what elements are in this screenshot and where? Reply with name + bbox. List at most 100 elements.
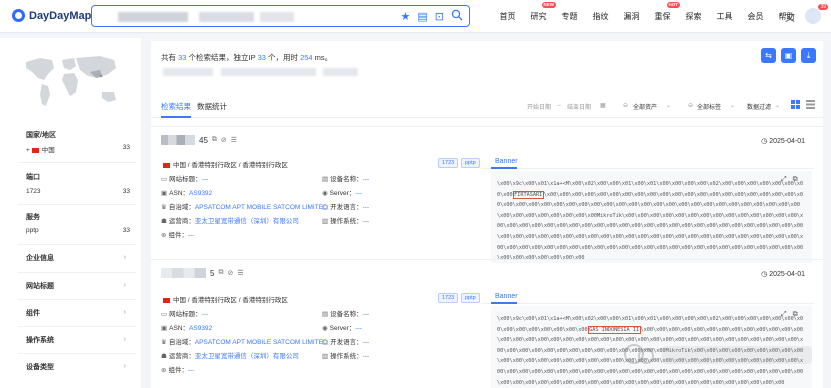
banner-tab[interactable]: Banner	[495, 158, 518, 165]
world-map	[18, 48, 124, 122]
data-filter-select[interactable]: 数据过滤	[747, 102, 771, 111]
country-count: 33	[122, 144, 130, 151]
webpage-icon: ▭	[161, 176, 168, 183]
clipboard-icon[interactable]: ▤	[417, 10, 427, 24]
save-button[interactable]: ▣	[781, 48, 796, 63]
component-icon: ⊛	[161, 367, 167, 374]
site-title-filter[interactable]: 网站标题 ›	[18, 272, 136, 298]
device-icon: ▤	[322, 176, 329, 183]
component-filter[interactable]: 组件 ›	[18, 299, 136, 325]
redacted-query	[323, 68, 358, 76]
os-field: ▥ 操作系统：---	[322, 353, 370, 360]
tab-search-results[interactable]: 检索结果	[161, 101, 191, 112]
scan-date: ◷ 2025-04-01	[761, 271, 805, 278]
server-icon: ◉	[322, 325, 328, 332]
grid-view-icon[interactable]	[806, 100, 815, 109]
chevron-right-icon: ›	[123, 282, 126, 289]
result-summary: 共有 33 个检索结果，独立IP 33 个，用时 254 ms。	[161, 53, 333, 62]
list-icon[interactable]: ☰	[231, 136, 237, 144]
list-view-icon[interactable]	[791, 100, 800, 109]
os-icon: ▥	[322, 353, 329, 360]
device-type-filter[interactable]: 设备类型 ›	[18, 353, 136, 379]
redacted-ip	[161, 135, 195, 145]
nav-explore[interactable]: 探索	[678, 0, 709, 33]
date-arrow: →	[556, 102, 562, 108]
search-input[interactable]: ★ ▤ ⊡	[91, 5, 470, 27]
os-filter[interactable]: 操作系统 ›	[18, 326, 136, 352]
list-icon[interactable]: ☰	[237, 269, 243, 277]
redacted-query	[260, 12, 294, 22]
location: 中国 / 香港特别行政区 / 香港特别行政区	[161, 294, 288, 304]
device-icon: ▤	[322, 311, 329, 318]
end-date-input[interactable]: 结束日期	[567, 102, 591, 111]
watermark	[624, 344, 812, 364]
copy-icon[interactable]: ⧉	[793, 176, 798, 184]
redacted-query	[118, 12, 188, 22]
os-icon: ▥	[322, 218, 329, 225]
tab-data-stats[interactable]: 数据统计	[197, 101, 227, 112]
server-field: ◉ Server：---	[322, 325, 362, 332]
asn-field: ▣ ASN：AS9392	[161, 325, 213, 332]
china-flag-icon	[31, 147, 39, 153]
port-filter-title: 端口	[26, 174, 40, 181]
port-filter-item[interactable]: 1723 33	[26, 188, 130, 195]
nav-research[interactable]: 研究 NEW	[523, 0, 556, 33]
server-field: ◉ Server：---	[322, 190, 362, 197]
download-button[interactable]: ⤓	[801, 48, 816, 63]
site-title-field: ▭ 网站标题：---	[161, 176, 209, 183]
port-tag[interactable]: 1723	[438, 293, 459, 303]
asn-icon: ▣	[161, 190, 168, 197]
tag-select[interactable]: 全部标签	[697, 102, 721, 111]
nav-home[interactable]: 首页	[492, 0, 523, 33]
webpage-icon: ▭	[161, 311, 168, 318]
translate-icon[interactable]: 文	[785, 9, 795, 24]
company-info-filter[interactable]: 企业信息 ›	[18, 244, 136, 270]
nav-protection[interactable]: 重保 HOT	[647, 0, 680, 33]
chevron-right-icon: ›	[123, 336, 126, 343]
share-icon[interactable]: ⊘	[221, 136, 227, 144]
copy-icon[interactable]: ⧉	[218, 269, 223, 277]
asn-field: ▣ ASN：AS9392	[161, 190, 213, 197]
start-date-input[interactable]: 开始日期	[527, 102, 551, 111]
banner-content: \x00\x9c\x00\x01\x1a+<M\x00\x02\x00\x00\…	[491, 171, 812, 263]
card-header: 5 ⧉ ⊘ ☰	[161, 268, 244, 278]
nav-fingerprint[interactable]: 指纹	[585, 0, 616, 33]
protocol-tag[interactable]: pptp	[461, 158, 480, 168]
nav-tools[interactable]: 工具	[709, 0, 740, 33]
china-flag-icon	[163, 297, 170, 303]
component-icon: ⊛	[161, 232, 167, 239]
port-tag[interactable]: 1723	[438, 158, 459, 168]
search-icon[interactable]	[451, 9, 463, 25]
redacted-query	[163, 68, 213, 76]
chevron-down-icon: ⌄	[730, 103, 736, 109]
banner-tab[interactable]: Banner	[495, 293, 518, 300]
expand-icon[interactable]: +	[26, 147, 30, 154]
share-icon[interactable]: ⊘	[227, 269, 233, 277]
service-filter-item[interactable]: pptp 33	[26, 227, 130, 234]
component-field: ⊛ 组件：---	[161, 232, 195, 239]
ip-address[interactable]: 5	[210, 269, 214, 278]
camera-icon[interactable]: ⊡	[435, 10, 444, 24]
isp-icon: ☗	[161, 218, 167, 225]
protocol-tag[interactable]: pptp	[461, 293, 480, 303]
logo[interactable]: DayDayMap	[12, 9, 91, 22]
copy-icon[interactable]: ⧉	[212, 136, 217, 144]
star-icon[interactable]: ★	[401, 10, 411, 24]
logo-text: DayDayMap	[29, 9, 92, 22]
api-button[interactable]: ⇆	[761, 48, 776, 63]
expand-icon[interactable]: ⤢	[781, 176, 787, 184]
isp-icon: ☗	[161, 353, 167, 360]
ip-address[interactable]: 45	[199, 136, 208, 145]
nav-membership[interactable]: 会员	[740, 0, 771, 33]
asset-select[interactable]: 全部资产	[633, 102, 657, 111]
dev-language-field: ▢ 开发语言：---	[322, 204, 370, 211]
component-field: ⊛ 组件：---	[161, 367, 195, 374]
country-filter-item[interactable]: + 中国 33	[26, 144, 130, 154]
filter-sidebar: 国家/地区 + 中国 33 端口 1723 33 服务 pptp 33 企业信息 ›…	[0, 38, 141, 388]
nav-vulnerability[interactable]: 漏洞	[616, 0, 647, 33]
avatar[interactable]: 39	[805, 4, 828, 24]
banner-highlight: FIRTASARI	[512, 190, 544, 199]
nav-topics[interactable]: 专题	[554, 0, 585, 33]
org-field: ♛ 自治域：APSATCOM APT MOBILE SATCOM LIMITED	[161, 339, 328, 346]
calendar-icon[interactable]: ▦	[600, 102, 606, 109]
